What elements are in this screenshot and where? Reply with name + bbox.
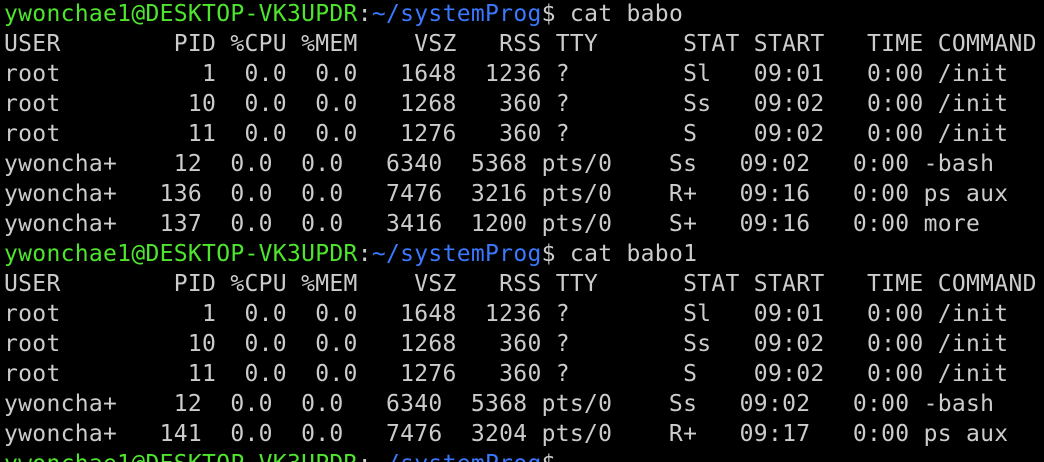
prompt-user-host: ywonchae1@DESKTOP-VK3UPDR [4, 1, 358, 27]
prompt-path: ~/systemProg [371, 241, 542, 267]
prompt-line: ywonchae1@DESKTOP-VK3UPDR:~/systemProg$ [0, 449, 1044, 462]
output-line: ywoncha+ 137 0.0 0.0 3416 1200 pts/0 S+ … [4, 211, 981, 237]
prompt-symbol: $ [541, 1, 556, 27]
prompt-path: ~/systemProg [371, 1, 542, 27]
output-line: ywoncha+ 141 0.0 0.0 7476 3204 pts/0 R+ … [4, 421, 1009, 447]
prompt-line: ywonchae1@DESKTOP-VK3UPDR:~/systemProg$ … [0, 0, 1044, 29]
prompt-user-host: ywonchae1@DESKTOP-VK3UPDR [4, 241, 358, 267]
command-text: cat babo1 [555, 241, 698, 267]
output-line: ywoncha+ 136 0.0 0.0 7476 3216 pts/0 R+ … [4, 181, 1009, 207]
prompt-path: ~/systemProg [372, 451, 542, 462]
prompt-colon: : [357, 1, 372, 27]
output-header-line: USER PID %CPU %MEM VSZ RSS TTY STAT STAR… [4, 271, 1037, 297]
prompt-symbol: $ [541, 241, 556, 267]
output-line: root 10 0.0 0.0 1268 360 ? Ss 09:02 0:00… [4, 91, 1009, 117]
prompt-symbol: $ [542, 451, 556, 462]
output-line: root 1 0.0 0.0 1648 1236 ? Sl 09:01 0:00… [4, 301, 1009, 327]
prompt-line: ywonchae1@DESKTOP-VK3UPDR:~/systemProg$ … [0, 239, 1044, 269]
terminal-window[interactable]: ywonchae1@DESKTOP-VK3UPDR:~/systemProg$ … [0, 0, 1044, 462]
output-line: ywoncha+ 12 0.0 0.0 6340 5368 pts/0 Ss 0… [4, 391, 995, 417]
prompt-colon: : [357, 241, 372, 267]
output-line: root 10 0.0 0.0 1268 360 ? Ss 09:02 0:00… [4, 331, 1009, 357]
output-line: root 11 0.0 0.0 1276 360 ? S 09:02 0:00 … [4, 121, 1009, 147]
command-text: cat babo [555, 1, 684, 27]
output-line: ywoncha+ 12 0.0 0.0 6340 5368 pts/0 Ss 0… [4, 151, 995, 177]
output-header-line: USER PID %CPU %MEM VSZ RSS TTY STAT STAR… [4, 31, 1037, 57]
output-line: root 11 0.0 0.0 1276 360 ? S 09:02 0:00 … [4, 361, 1009, 387]
output-line: root 1 0.0 0.0 1648 1236 ? Sl 09:01 0:00… [4, 61, 1009, 87]
prompt-user-host: ywonchae1@DESKTOP-VK3UPDR [4, 451, 358, 462]
prompt-colon: : [358, 451, 372, 462]
